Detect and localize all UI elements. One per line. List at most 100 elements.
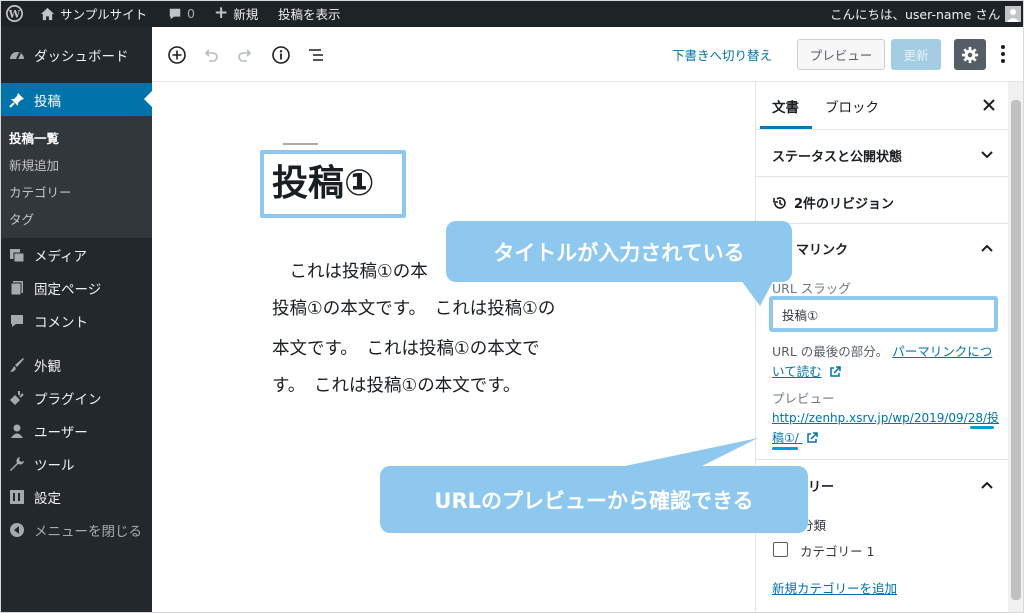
info-icon[interactable] — [270, 44, 292, 66]
collapse-arrow-icon — [8, 521, 26, 539]
menu-dashboard-label: ダッシュボード — [34, 48, 129, 65]
undo-icon[interactable] — [200, 44, 222, 66]
menu-pages[interactable]: 固定ページ — [0, 271, 152, 304]
category-label: カテゴリー 1 — [800, 544, 875, 559]
menu-dashboard[interactable]: ダッシュボード — [0, 38, 152, 71]
menu-settings-label: 設定 — [34, 490, 61, 507]
comments-count: 0 — [187, 6, 195, 21]
submenu-tags[interactable]: タグ — [9, 209, 34, 228]
account-menu[interactable]: こんにちは、user-name さん — [830, 0, 1022, 27]
preview-button[interactable]: プレビュー — [797, 39, 885, 70]
paintbrush-icon — [8, 356, 26, 374]
settings-toggle-button[interactable] — [954, 39, 986, 70]
divider — [756, 459, 1009, 460]
screen: W サンプルサイト 0 + 新規 投稿を表示 こんにちは、user-name さ… — [0, 0, 1024, 613]
post-title[interactable]: 投稿① — [272, 162, 374, 206]
menu-pages-label: 固定ページ — [34, 281, 102, 298]
svg-text:W: W — [8, 8, 21, 20]
menu-posts-label: 投稿 — [34, 93, 61, 110]
comment-bubble-icon — [169, 8, 181, 19]
menu-collapse[interactable]: メニューを閉じる — [0, 513, 152, 546]
tab-document[interactable]: 文書 — [772, 96, 799, 116]
submenu-categories[interactable]: カテゴリー — [9, 182, 72, 201]
url-highlight-mark — [970, 426, 994, 429]
plugin-icon — [8, 389, 26, 407]
url-slug-input[interactable]: 投稿① — [769, 296, 998, 332]
url-highlight-mark — [772, 447, 798, 450]
menu-settings[interactable]: 設定 — [0, 480, 152, 513]
add-category-link[interactable]: 新規カテゴリーを追加 — [772, 578, 897, 597]
menu-comments-label: コメント — [34, 314, 88, 331]
divider — [756, 129, 1009, 130]
menu-tools[interactable]: ツール — [0, 447, 152, 480]
menu-media-label: メディア — [34, 248, 88, 265]
home-icon — [40, 7, 55, 20]
submenu-all-posts[interactable]: 投稿一覧 — [9, 128, 59, 147]
comments-link[interactable]: 0 — [168, 0, 195, 27]
redo-icon[interactable] — [234, 44, 256, 66]
external-link-icon — [829, 366, 841, 377]
paragraph-line[interactable]: これは投稿①の本 — [272, 260, 427, 284]
revisions-label: 2件のリビジョン — [794, 197, 895, 212]
menu-collapse-label: メニューを閉じる — [34, 523, 142, 540]
revisions-link[interactable]: 2件のリビジョン — [772, 193, 894, 212]
more-options-icon[interactable] — [998, 41, 1008, 67]
settings-sidebar: 文書 ブロック ステータスと公開状態 2件のリビジョン マリンク URL スラッ… — [755, 82, 1009, 613]
menu-plugins[interactable]: プラグイン — [0, 381, 152, 414]
category-checkbox[interactable] — [773, 542, 788, 557]
preview-url-link[interactable]: http://zenhp.xsrv.jp/wp/2019/09/28/投稿①/ — [772, 408, 1000, 448]
editor-toolbar: 下書きへ切り替え プレビュー 更新 — [152, 27, 1024, 82]
new-label: 新規 — [233, 7, 259, 22]
wordpress-logo-icon[interactable]: W — [6, 0, 23, 27]
preview-label: プレビュー — [772, 391, 835, 406]
chevron-down-icon[interactable] — [978, 146, 996, 164]
admin-bar: W サンプルサイト 0 + 新規 投稿を表示 こんにちは、user-name さ… — [0, 0, 1024, 27]
categories-panel-title[interactable]: リー — [808, 476, 834, 495]
divider — [756, 223, 1009, 224]
view-post-label: 投稿を表示 — [278, 7, 341, 22]
history-icon — [773, 196, 786, 209]
sidebar-scrollbar[interactable] — [1008, 82, 1024, 613]
title-separator — [283, 143, 318, 145]
menu-users-label: ユーザー — [34, 424, 88, 441]
chevron-up-icon[interactable] — [978, 476, 996, 494]
menu-tools-label: ツール — [34, 457, 75, 474]
update-button[interactable]: 更新 — [891, 39, 941, 70]
add-block-icon[interactable] — [166, 44, 188, 66]
switch-to-draft-link[interactable]: 下書きへ切り替え — [672, 45, 772, 64]
new-content-link[interactable]: + 新規 — [214, 0, 258, 27]
callout-title-note: タイトルが入力されている — [446, 221, 792, 282]
site-name: サンプルサイト — [60, 7, 148, 22]
block-navigation-icon[interactable] — [305, 44, 327, 66]
menu-media[interactable]: メディア — [0, 238, 152, 271]
paragraph-line[interactable]: 投稿①の本文です。 これは投稿①の — [272, 297, 555, 321]
chevron-up-icon[interactable] — [978, 239, 996, 257]
permalink-panel-title[interactable]: マリンク — [796, 239, 848, 258]
menu-users[interactable]: ユーザー — [0, 414, 152, 447]
admin-menu: ダッシュボード 投稿 投稿一覧 新規追加 カテゴリー タグ メディア 固定ページ… — [0, 27, 152, 613]
status-panel-title[interactable]: ステータスと公開状態 — [772, 146, 902, 165]
divider — [756, 176, 1009, 177]
menu-appearance-label: 外観 — [34, 358, 61, 375]
tab-block[interactable]: ブロック — [825, 96, 879, 116]
menu-comments[interactable]: コメント — [0, 304, 152, 337]
help-prefix: URL の最後の部分。 — [772, 344, 889, 359]
plus-icon: + — [214, 3, 229, 23]
media-icon — [8, 246, 26, 264]
permalink-help: URL の最後の部分。 パーマリンクについて読む — [772, 342, 998, 382]
paragraph-line[interactable]: 本文です。 これは投稿①の本文で — [272, 337, 540, 361]
gear-icon — [961, 46, 979, 63]
menu-appearance[interactable]: 外観 — [0, 348, 152, 381]
submenu-add-new[interactable]: 新規追加 — [9, 155, 59, 174]
comments-icon — [8, 312, 26, 330]
site-name-link[interactable]: サンプルサイト — [40, 0, 147, 27]
close-icon[interactable] — [978, 94, 1000, 116]
view-post-link[interactable]: 投稿を表示 — [278, 0, 341, 27]
posts-submenu: 投稿一覧 新規追加 カテゴリー タグ — [0, 116, 152, 238]
scrollbar-thumb[interactable] — [1011, 100, 1021, 600]
external-link-icon — [806, 432, 818, 443]
user-icon — [8, 422, 26, 440]
menu-posts[interactable]: 投稿 — [0, 83, 152, 116]
paragraph-line[interactable]: す。 これは投稿①の本文です。 — [272, 374, 520, 398]
callout-url-note: URLのプレビューから確認できる — [380, 466, 808, 533]
